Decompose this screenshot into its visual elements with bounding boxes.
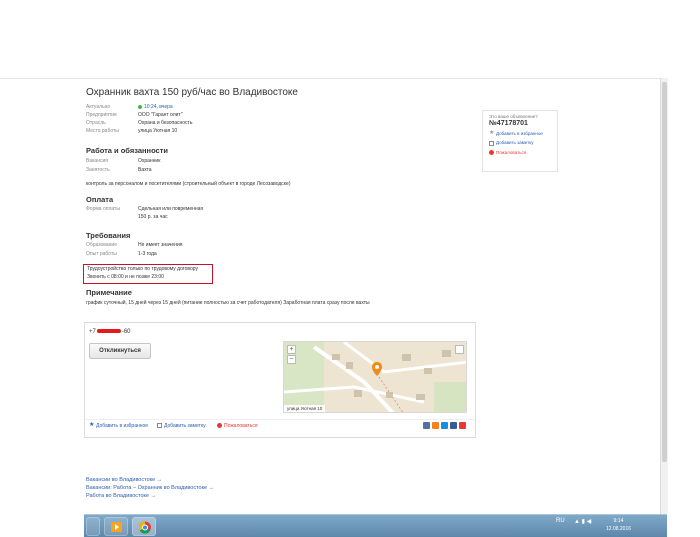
duties-value: Охранник [138,158,161,164]
related-link-work[interactable]: Работа во Владивостоке → [86,492,214,500]
sidebar-note-link[interactable]: Добавить заметку [489,140,551,146]
chrome-icon [138,521,151,534]
req-value: Не имеет значения [138,242,183,248]
meta-value: 10:24, вчера [138,104,173,111]
meta-key: Отрасль [86,120,106,126]
volume-icon: ◀ [586,519,592,525]
sidebar-favorite-label: Добавить в избранное [496,131,543,136]
add-note-label: Добавить заметку [164,423,206,429]
complain-link[interactable]: Пожаловаться [217,423,258,429]
add-favorite-link[interactable]: ★ Добавить в избранное [89,422,149,429]
note-icon [489,140,494,146]
warning-icon [489,149,494,155]
clock-date: 12.08.2016 [606,526,632,532]
ad-owner-box: Это ваше объявление? №47178701 ★ Добавить… [482,110,558,172]
media-player-button[interactable] [104,517,128,536]
location-pin-icon [372,362,382,376]
tray-arrow-icon: ▲ [574,519,580,525]
tray-icons[interactable]: ▲ ▮ ◀ [574,518,591,525]
pay-key: Форма оплаты [86,206,120,212]
gplus-share-icon[interactable] [459,422,466,429]
map-layers-icon[interactable] [455,345,464,354]
sidebar-note-label: Добавить заметку [496,140,534,146]
owner-question: Это ваше объявление? [489,114,538,119]
status-dot-icon [138,104,142,109]
req-key: Опыт работы [86,251,117,257]
map-graphic [284,342,466,412]
sidebar-favorite-link[interactable]: ★ Добавить в избранное [489,130,551,137]
facebook-share-icon[interactable] [450,422,457,429]
meta-key: Место работы [86,128,119,134]
zoom-out-button[interactable]: − [287,355,296,364]
section-pay-heading: Оплата [86,195,114,204]
redaction-mark [96,329,121,334]
browser-page: Охранник вахта 150 руб/час во Владивосто… [0,0,700,514]
req-value: 1-3 года [138,251,157,257]
updated-link[interactable]: 10:24, вчера [144,104,173,110]
sidebar-complain-link[interactable]: Пожаловаться [489,150,551,155]
section-requirements-heading: Требования [86,231,131,240]
media-player-icon [111,522,122,532]
section-remark-heading: Примечание [86,288,132,297]
phone-suffix: -60 [121,329,131,335]
vertical-scrollbar[interactable] [660,78,668,514]
clock-time: 9:14 [613,518,624,524]
star-icon: ★ [489,130,495,137]
related-link-guard-vacancies[interactable]: Вакансии: Работа – Охранник во Владивост… [86,484,214,492]
meta-value: ООО "Гарант олит" [138,112,183,118]
zoom-in-button[interactable]: + [287,345,296,354]
vk-share-icon[interactable] [423,422,430,429]
req-key: Образование [86,242,117,248]
start-button[interactable] [86,517,100,536]
add-favorite-label: Добавить в избранное [96,423,149,429]
note-icon [157,423,162,429]
duties-value: Вахта [138,167,152,173]
meta-key: Актуально [86,104,111,110]
remark-text: график суточный, 15 дней через 15 дней (… [86,300,370,306]
section-duties-heading: Работа и обязанности [86,146,169,155]
star-icon: ★ [89,422,95,429]
warning-icon [217,423,222,429]
duties-key: Занятость [86,167,110,173]
meta-key: Предприятие [86,112,117,118]
location-map[interactable]: + − улица Уютная 10 [283,341,467,413]
sidebar-complain-label: Пожаловаться [496,149,527,155]
pay-value: 150 р. за час [138,214,168,220]
pay-value: Сдельная или повременная [138,206,204,212]
ad-number: №47178701 [489,120,528,127]
listing-title: Охранник вахта 150 руб/час во Владивосто… [86,87,298,98]
add-note-link[interactable]: Добавить заметку [157,423,206,429]
related-links: Вакансии во Владивостоке → Вакансии: Раб… [86,476,214,500]
card-actions-bar: ★ Добавить в избранное Добавить заметку П… [85,419,475,433]
meta-value: улица Уютная 10 [138,128,178,134]
meta-value: Охрана и безопасность [138,120,193,126]
scrollbar-thumb[interactable] [662,82,667,462]
chrome-button[interactable] [132,517,156,536]
phone-prefix: +7 [89,329,96,335]
contact-card: +7 -60 Откликнуться + − улица Уютная 10 … [84,322,476,438]
duties-description: контроль за персоналом и посетителями (с… [86,181,291,187]
highlighted-note: Трудоустройство только по трудовому дого… [83,264,213,284]
phone-number[interactable]: +7 -60 [89,329,131,335]
complain-label: Пожаловаться [224,423,258,429]
network-icon: ▮ [581,519,585,525]
language-indicator[interactable]: RU [556,518,565,524]
respond-button[interactable]: Откликнуться [89,343,151,359]
clock[interactable]: 9:14 12.08.2016 [606,517,631,533]
note-line-call-hours: Звонить с 08:00 и не позже 23:00 [87,274,164,280]
related-link-vacancies[interactable]: Вакансии во Владивостоке → [86,476,214,484]
mailru-share-icon[interactable] [441,422,448,429]
note-line-contract: Трудоустройство только по трудовому дого… [87,266,198,272]
ok-share-icon[interactable] [432,422,439,429]
map-address-label: улица Уютная 10 [284,405,326,412]
page-divider [0,78,660,79]
duties-key: Вакансия [86,158,108,164]
windows-taskbar: RU ▲ ▮ ◀ 9:14 12.08.2016 [84,514,667,537]
